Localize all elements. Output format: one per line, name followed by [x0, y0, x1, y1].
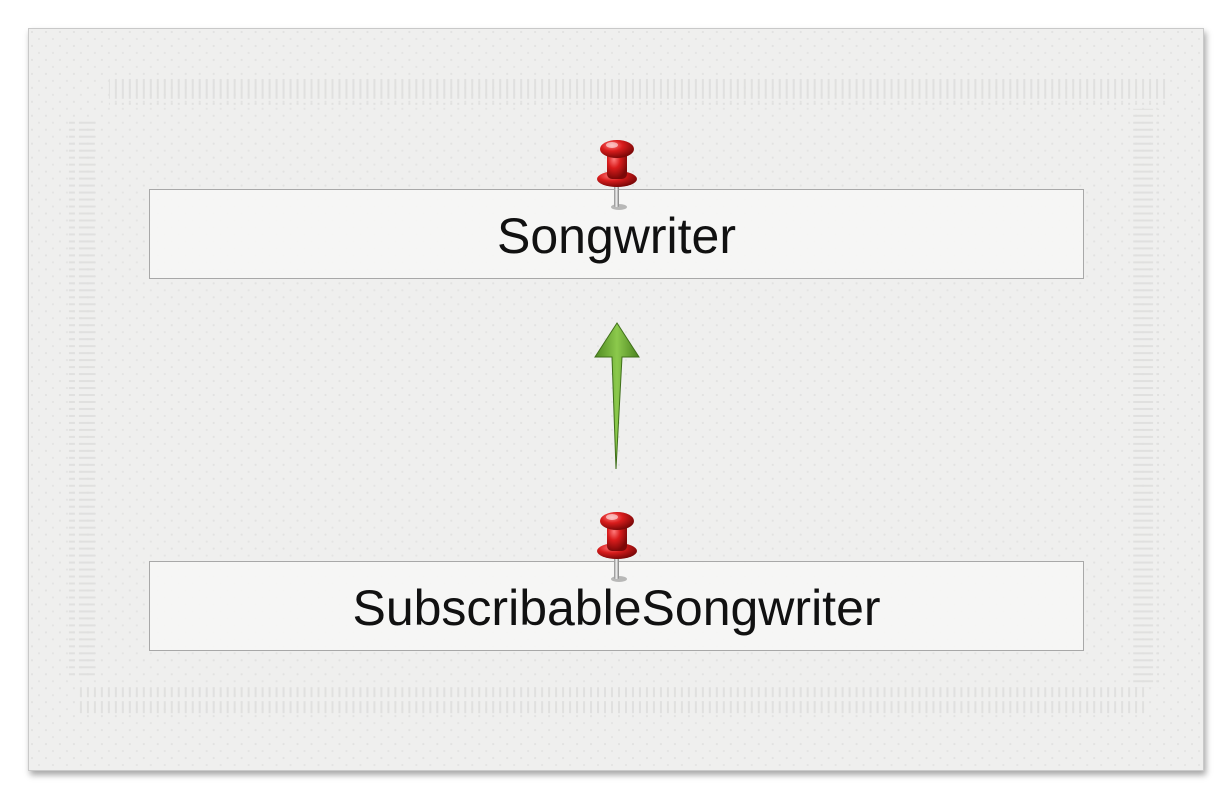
inheritance-arrow [594, 322, 640, 470]
pushpin-icon [597, 140, 637, 210]
page: Songwriter SubscribableSongwriter [0, 0, 1232, 800]
pushpin-icon [597, 512, 637, 582]
diagram-canvas: Songwriter SubscribableSongwriter [28, 28, 1204, 771]
